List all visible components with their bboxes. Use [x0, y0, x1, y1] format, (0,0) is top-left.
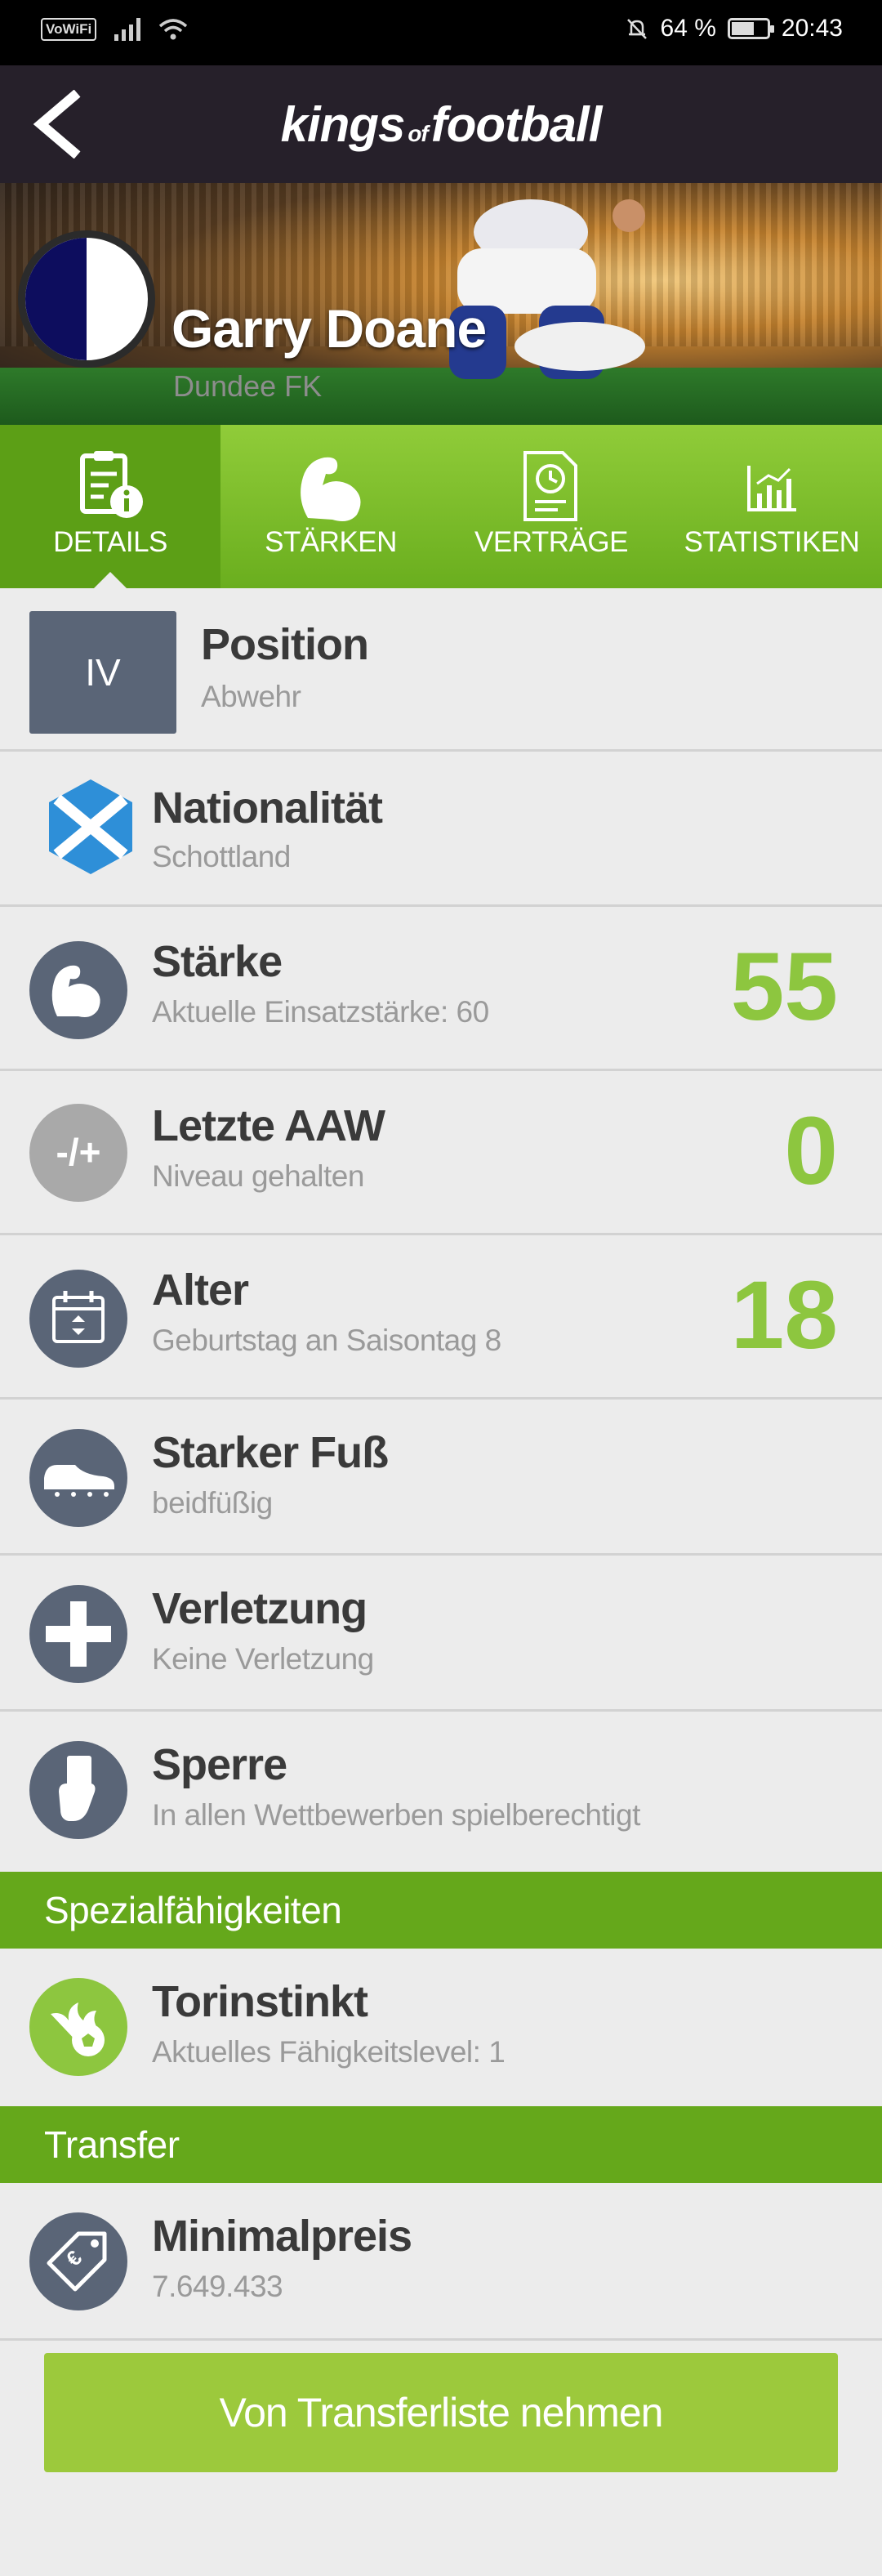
medical-cross-icon: [46, 1601, 111, 1667]
player-name: Garry Doane: [172, 298, 487, 359]
min-price-value: 7.649.433: [152, 2270, 283, 2303]
nationality-value: Schottland: [152, 840, 291, 873]
minus-plus-icon: -/+: [29, 1104, 127, 1202]
tab-details[interactable]: DETAILS: [0, 425, 220, 588]
ability-title: Torinstinkt: [152, 1977, 368, 2026]
tab-staerken[interactable]: STÄRKEN: [220, 425, 441, 588]
price-tag-icon: €: [47, 2231, 107, 2292]
player-banner: Garry Doane Dundee FK: [0, 183, 882, 425]
biceps-icon: [51, 965, 100, 1017]
strong-foot-value: beidfüßig: [152, 1486, 273, 1520]
nationality-row: Nationalität Schottland: [0, 752, 882, 907]
nationality-title: Nationalität: [152, 784, 383, 833]
min-price-icon-circle: €: [29, 2212, 127, 2310]
age-title: Alter: [152, 1266, 249, 1315]
ability-row: Torinstinkt Aktuelles Fähigkeitslevel: 1: [0, 1949, 882, 2106]
injury-title: Verletzung: [152, 1584, 368, 1633]
strength-subtitle: Aktuelle Einsatzstärke: 60: [152, 995, 489, 1029]
clock: 20:43: [781, 15, 843, 42]
strength-icon-circle: [29, 941, 127, 1039]
ability-icon-circle: [29, 1978, 127, 2076]
tab-statistiken[interactable]: STATISTIKEN: [662, 425, 882, 588]
strength-title: Stärke: [152, 937, 283, 986]
club-name: Dundee FK: [173, 369, 323, 403]
age-value: 18: [730, 1261, 838, 1369]
referee-card-icon: [59, 1756, 96, 1821]
min-price-row: € Minimalpreis 7.649.433: [0, 2183, 882, 2341]
age-row: Alter Geburtstag an Saisontag 8 18: [0, 1235, 882, 1400]
suspension-icon-circle: [29, 1741, 127, 1839]
position-code-badge: IV: [29, 611, 176, 734]
position-title: Position: [201, 620, 369, 669]
transfer-header: Transfer: [0, 2106, 882, 2183]
last-aaw-title: Letzte AAW: [152, 1101, 385, 1150]
strong-foot-icon-circle: [29, 1429, 127, 1527]
position-row: IV Position Abwehr: [0, 588, 882, 752]
tab-vertraege-label: VERTRÄGE: [474, 526, 628, 558]
ability-level: Aktuelles Fähigkeitslevel: 1: [152, 2035, 506, 2069]
position-value: Abwehr: [201, 680, 301, 713]
biceps-icon: [301, 457, 361, 521]
flaming-ball-icon: [51, 2002, 105, 2056]
age-icon-circle: [29, 1270, 127, 1368]
strong-foot-row: Starker Fuß beidfüßig: [0, 1400, 882, 1556]
tab-vertraege[interactable]: VERTRÄGE: [441, 425, 662, 588]
last-aaw-row: -/+ Letzte AAW Niveau gehalten 0: [0, 1071, 882, 1235]
min-price-title: Minimalpreis: [152, 2212, 412, 2261]
scotland-flag-icon: [49, 779, 132, 874]
football-boot-icon: [44, 1465, 114, 1497]
suspension-row: Sperre In allen Wettbewerben spielberech…: [0, 1712, 882, 1872]
special-abilities-header: Spezialfähigkeiten: [0, 1872, 882, 1949]
stadium-player-image: [449, 199, 645, 379]
app-logo: kings offootball: [280, 97, 603, 152]
clipboard-info-icon: [80, 451, 143, 518]
last-aaw-subtitle: Niveau gehalten: [152, 1159, 364, 1193]
suspension-value: In allen Wettbewerben spielberechtigt: [152, 1798, 640, 1832]
injury-icon-circle: [29, 1585, 127, 1683]
calendar-icon: [52, 1291, 105, 1343]
tab-staerken-label: STÄRKEN: [265, 526, 397, 558]
strong-foot-title: Starker Fuß: [152, 1428, 389, 1477]
injury-row: Verletzung Keine Verletzung: [0, 1556, 882, 1712]
age-subtitle: Geburtstag an Saisontag 8: [152, 1324, 501, 1357]
strength-row: Stärke Aktuelle Einsatzstärke: 60 55: [0, 907, 882, 1071]
club-crest: [18, 230, 155, 368]
last-aaw-value: 0: [784, 1097, 838, 1205]
injury-value: Keine Verletzung: [152, 1642, 374, 1676]
bell-muted-icon: [626, 19, 647, 39]
battery-percent: 64 %: [660, 15, 716, 42]
status-bar: VoWiFi 64 % 20:43: [0, 0, 882, 65]
tab-details-label: DETAILS: [53, 526, 167, 558]
battery-icon: [727, 18, 774, 39]
bar-chart-icon: [747, 466, 796, 511]
tab-bar: DETAILS STÄRKEN VERTRÄGE STATISTIKEN: [0, 425, 882, 588]
suspension-title: Sperre: [152, 1740, 287, 1789]
app-header: kings offootball: [0, 65, 882, 183]
tab-statistiken-label: STATISTIKEN: [684, 526, 860, 558]
signal-icon: [114, 18, 141, 41]
remove-from-transfer-list-button[interactable]: Von Transferliste nehmen: [44, 2353, 838, 2472]
contract-clock-icon: [523, 451, 577, 521]
svg-text:€: €: [61, 2245, 87, 2270]
vowifi-indicator: VoWiFi: [41, 18, 97, 41]
strength-value: 55: [730, 933, 838, 1041]
wifi-icon: [159, 19, 188, 40]
